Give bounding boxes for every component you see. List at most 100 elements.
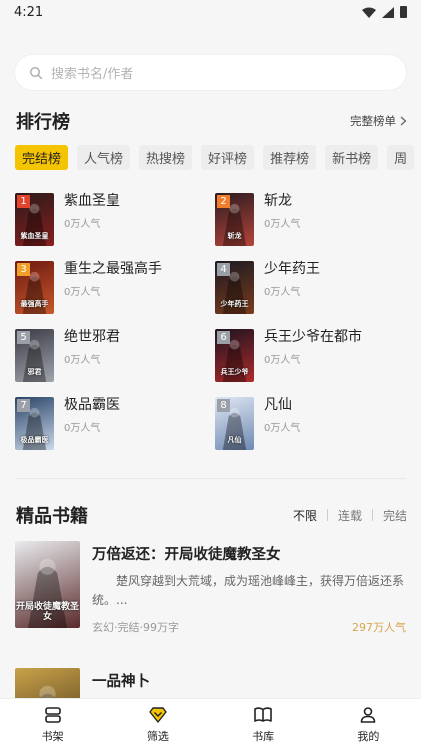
- nav-item-4[interactable]: 我的: [316, 699, 421, 750]
- signal-icon: [382, 6, 394, 18]
- book-library-icon: [254, 707, 272, 722]
- ranking-item[interactable]: 邪君 5 绝世邪君 0万人气: [15, 329, 205, 385]
- cover-title: 邪君: [27, 368, 42, 377]
- tab-7[interactable]: 周: [387, 145, 415, 170]
- bottom-navigation: 书架 筛选 书库 我的: [0, 698, 421, 750]
- nav-item-1[interactable]: 书架: [0, 699, 105, 750]
- ranking-item[interactable]: 极品霸医 7 极品霸医 0万人气: [15, 397, 205, 453]
- popularity-count: 0万人气: [264, 355, 301, 366]
- popularity-count: 0万人气: [64, 423, 101, 434]
- filter-diamond-icon: [149, 707, 167, 723]
- book-cover: 斩龙 2: [215, 193, 254, 246]
- ranking-item[interactable]: 少年药王 4 少年药王 0万人气: [215, 261, 405, 317]
- rank-info: 绝世邪君 0万人气: [64, 329, 120, 385]
- book-title: 斩龙: [264, 193, 292, 209]
- book-category: 玄幻·完结·99万字: [92, 621, 179, 634]
- rank-info: 重生之最强高手 0万人气: [64, 261, 162, 317]
- book-cover: 凡仙 8: [215, 397, 254, 450]
- ranking-header: 排行榜 完整榜单: [16, 108, 407, 134]
- rank-badge: 6: [217, 331, 230, 344]
- ranking-item[interactable]: 斩龙 2 斩龙 0万人气: [215, 193, 405, 249]
- popularity-count: 0万人气: [264, 423, 301, 434]
- rank-info: 极品霸医 0万人气: [64, 397, 120, 453]
- cover-title: 开局收徒魔教圣女: [15, 602, 79, 623]
- popularity-count: 0万人气: [264, 287, 301, 298]
- book-title: 一品神卜: [92, 674, 150, 690]
- status-bar: 4:21: [0, 0, 421, 24]
- battery-icon: [400, 6, 407, 18]
- popularity-count: 297万人气: [352, 621, 406, 634]
- search-bar[interactable]: 搜索书名/作者: [15, 55, 406, 90]
- book-title: 紫血圣皇: [64, 193, 120, 209]
- cover-title: 兵王少爷: [220, 368, 249, 377]
- ranking-item[interactable]: 最强高手 3 重生之最强高手 0万人气: [15, 261, 205, 317]
- rank-badge: 1: [17, 195, 30, 208]
- book-body: 万倍返还：开局收徒魔教圣女 楚风穿越到大荒域，成为瑶池峰峰主，获得万倍返还系统。.…: [92, 541, 406, 635]
- tab-2[interactable]: 人气榜: [77, 145, 131, 170]
- popularity-count: 0万人气: [264, 219, 301, 230]
- full-ranking-link[interactable]: 完整榜单: [350, 113, 407, 129]
- book-title: 少年药王: [264, 261, 320, 277]
- book-cover: 少年药王 4: [215, 261, 254, 314]
- book-cover: 紫血圣皇 1: [15, 193, 54, 246]
- ranking-title: 排行榜: [16, 112, 70, 133]
- popularity-count: 0万人气: [64, 355, 101, 366]
- featured-header: 精品书籍 不限 连载 完结: [16, 502, 407, 528]
- book-cover: 兵王少爷 6: [215, 329, 254, 382]
- popularity-count: 0万人气: [64, 287, 101, 298]
- section-divider: [15, 478, 406, 479]
- tab-1[interactable]: 完结榜: [15, 145, 69, 170]
- nav-label: 书架: [41, 730, 64, 743]
- book-title: 绝世邪君: [64, 329, 120, 345]
- book-cover: 开局收徒魔教圣女: [15, 541, 80, 628]
- cover-title: 斩龙: [227, 232, 242, 241]
- rank-badge: 7: [17, 399, 30, 412]
- wifi-icon: [362, 7, 376, 18]
- nav-item-2[interactable]: 筛选: [105, 699, 210, 750]
- rank-badge: 5: [17, 331, 30, 344]
- tab-3[interactable]: 热搜榜: [139, 145, 193, 170]
- tab-6[interactable]: 新书榜: [325, 145, 379, 170]
- book-title: 万倍返还：开局收徒魔教圣女: [92, 547, 281, 563]
- rank-badge: 8: [217, 399, 230, 412]
- nav-item-3[interactable]: 书库: [211, 699, 316, 750]
- featured-title: 精品书籍: [16, 506, 88, 527]
- book-title: 兵王少爷在都市: [264, 329, 362, 345]
- filter-option[interactable]: 不限: [293, 507, 317, 524]
- book-cover: 最强高手 3: [15, 261, 54, 314]
- book-item[interactable]: 开局收徒魔教圣女 万倍返还：开局收徒魔教圣女 楚风穿越到大荒域，成为瑶池峰峰主，获得…: [15, 541, 406, 635]
- cover-title: 少年药王: [220, 300, 249, 309]
- bookshelf-icon: [44, 707, 61, 723]
- rank-badge: 4: [217, 263, 230, 276]
- rank-info: 斩龙 0万人气: [264, 193, 300, 249]
- chevron-right-icon: [400, 116, 407, 126]
- tab-5[interactable]: 推荐榜: [263, 145, 317, 170]
- cover-title: 极品霸医: [20, 436, 49, 445]
- filter-separator: [326, 509, 328, 521]
- nav-label: 书库: [252, 730, 275, 743]
- search-placeholder: 搜索书名/作者: [51, 67, 134, 82]
- popularity-count: 0万人气: [64, 219, 101, 230]
- rank-badge: 3: [17, 263, 30, 276]
- nav-label: 筛选: [146, 730, 169, 743]
- ranking-item[interactable]: 兵王少爷 6 兵王少爷在都市 0万人气: [215, 329, 405, 385]
- book-meta: 玄幻·完结·99万字 297万人气: [92, 619, 406, 635]
- profile-icon: [361, 707, 376, 723]
- book-title: 凡仙: [264, 397, 292, 413]
- book-cover: 邪君 5: [15, 329, 54, 382]
- cover-title: 凡仙: [227, 436, 242, 445]
- rank-badge: 2: [217, 195, 230, 208]
- status-icons: [362, 6, 407, 18]
- ranking-item[interactable]: 凡仙 8 凡仙 0万人气: [215, 397, 405, 453]
- nav-label: 我的: [357, 730, 380, 743]
- full-ranking-label: 完整榜单: [350, 114, 396, 128]
- rank-info: 少年药王 0万人气: [264, 261, 320, 317]
- tab-4[interactable]: 好评榜: [201, 145, 255, 170]
- filter-option[interactable]: 连载: [338, 507, 362, 524]
- status-time: 4:21: [14, 4, 44, 20]
- filter-option[interactable]: 完结: [383, 507, 407, 524]
- featured-filters: 不限 连载 完结: [293, 507, 407, 524]
- book-title: 极品霸医: [64, 397, 120, 413]
- ranking-item[interactable]: 紫血圣皇 1 紫血圣皇 0万人气: [15, 193, 205, 249]
- rank-info: 凡仙 0万人气: [264, 397, 300, 453]
